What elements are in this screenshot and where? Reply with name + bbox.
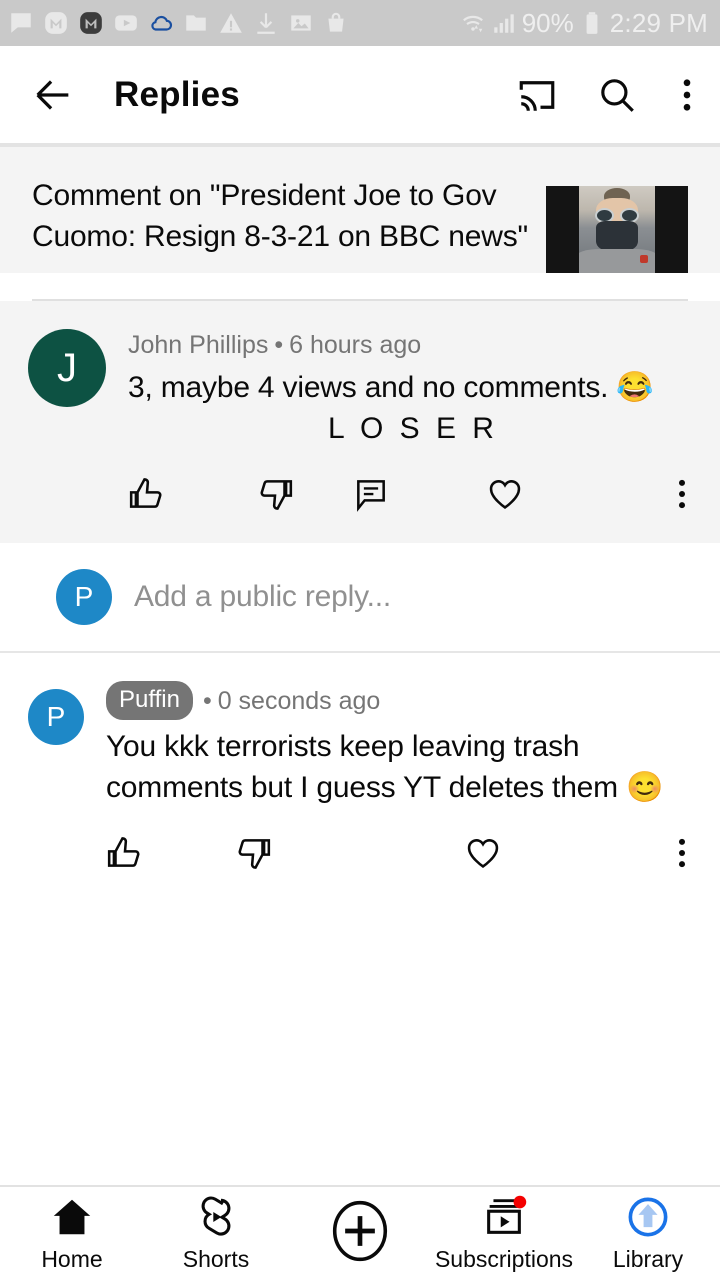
like-icon [107, 837, 140, 867]
thumbnail-face-mask [596, 221, 638, 251]
cast-icon[interactable] [516, 74, 558, 116]
app-bar-actions [516, 74, 698, 116]
video-context-title: Comment on "President Joe to Gov Cuomo: … [32, 179, 528, 253]
heart-button[interactable] [486, 475, 636, 513]
photo-icon [291, 15, 311, 31]
status-bar-system-icons: 90% 2:29 PM [460, 8, 708, 39]
bottom-navigation: Home Shorts Subscriptions Library [0, 1185, 720, 1280]
signal-bars-icon [493, 14, 514, 33]
dislike-icon [238, 839, 271, 869]
comment-text-line-1: 3, maybe 4 views and no comments. 😂 [128, 371, 654, 404]
replies-scroll-area[interactable]: Comment on "President Joe to Gov Cuomo: … [0, 143, 720, 1185]
status-bar-notification-icons [8, 10, 349, 36]
dislike-button[interactable] [256, 475, 352, 513]
status-bar: 90% 2:29 PM [0, 0, 720, 46]
subscriptions-icon [487, 1195, 527, 1234]
youtube-play-icon [115, 15, 137, 31]
app-bar: Replies [0, 46, 720, 143]
search-icon[interactable] [596, 74, 638, 116]
reply-button[interactable] [352, 475, 486, 513]
kebab-menu-icon [678, 479, 686, 509]
comment-author[interactable]: John Phillips [128, 329, 268, 361]
create-plus-icon [332, 1200, 388, 1261]
nav-label: Library [612, 1246, 684, 1272]
comment-text: You kkk terrorists keep leaving trash co… [106, 730, 664, 804]
comment-actions [106, 834, 698, 872]
avatar-letter: P [74, 581, 94, 612]
kebab-menu-icon[interactable] [676, 74, 698, 116]
meta-separator: • [274, 331, 284, 359]
message-bubble-icon [11, 13, 31, 33]
wifi-data-icon [462, 15, 483, 33]
heart-icon [489, 480, 521, 509]
thumbnail-right-bar [655, 186, 688, 273]
video-context-header[interactable]: Comment on "President Joe to Gov Cuomo: … [0, 147, 720, 273]
composer-avatar: P [56, 569, 112, 625]
nav-item-create[interactable] [288, 1198, 432, 1270]
comment-text-line-2: L O S E R [328, 412, 498, 445]
like-button[interactable] [128, 475, 256, 513]
avatar-letter: J [57, 346, 77, 390]
dislike-icon [260, 480, 293, 510]
thumbnail-shirt [576, 249, 658, 273]
comment-actions [128, 475, 698, 513]
comment-meta: Puffin • 0 seconds ago [106, 681, 698, 720]
shopping-bag-icon [328, 12, 344, 32]
nav-item-library[interactable]: Library [576, 1194, 720, 1273]
reply-icon [357, 480, 385, 512]
nav-label: Subscriptions [434, 1246, 574, 1272]
warning-triangle-icon [220, 13, 242, 33]
avatar[interactable]: J [28, 329, 106, 407]
messenger-m-icon [45, 12, 67, 34]
page-title: Replies [114, 74, 240, 114]
battery-icon [586, 12, 598, 34]
thumbnail-left-bar [546, 186, 579, 273]
comment-timestamp: 6 hours ago [289, 331, 422, 359]
nav-label: Home [41, 1246, 103, 1272]
heart-icon [467, 839, 499, 868]
back-arrow-icon[interactable] [30, 72, 76, 118]
nav-label: Shorts [182, 1246, 250, 1272]
comment-overflow-button[interactable] [672, 475, 692, 513]
messenger-m-dark-icon [80, 12, 102, 34]
nav-item-home[interactable]: Home [0, 1194, 144, 1273]
clock-label: 2:29 PM [609, 7, 708, 38]
nav-item-subscriptions[interactable]: Subscriptions [432, 1194, 576, 1273]
shorts-icon [201, 1196, 231, 1236]
cloud-icon [151, 15, 173, 31]
folder-icon [186, 15, 206, 31]
reply-input-placeholder[interactable]: Add a public reply... [112, 580, 391, 614]
avatar-letter: P [46, 701, 66, 732]
nav-item-shorts[interactable]: Shorts [144, 1194, 288, 1273]
home-icon [53, 1199, 91, 1235]
comment-body: Puffin • 0 seconds ago You kkk terrorist… [84, 681, 698, 872]
comment-meta: John Phillips • 6 hours ago [128, 329, 698, 361]
comment-text: 3, maybe 4 views and no comments. 😂 L O … [128, 367, 698, 449]
library-upload-icon [628, 1197, 668, 1237]
like-icon [129, 478, 162, 508]
battery-percent-label: 90% [521, 7, 574, 38]
like-button[interactable] [106, 834, 234, 872]
reply-composer[interactable]: P Add a public reply... [0, 543, 720, 651]
parent-comment: J John Phillips • 6 hours ago 3, maybe 4… [0, 301, 720, 543]
video-thumbnail[interactable] [546, 186, 688, 273]
comment-body: John Phillips • 6 hours ago 3, maybe 4 v… [106, 329, 698, 513]
app-root: 90% 2:29 PM Replies Comment on "Presiden… [0, 0, 720, 1280]
download-icon [257, 13, 275, 34]
kebab-menu-icon [678, 838, 686, 868]
heart-button[interactable] [464, 834, 614, 872]
reply-comment: P Puffin • 0 seconds ago You kkk terrori… [0, 653, 720, 872]
comment-overflow-button[interactable] [672, 834, 692, 872]
author-badge: Puffin [106, 681, 193, 720]
dislike-button[interactable] [234, 834, 464, 872]
meta-separator: • [202, 686, 212, 715]
comment-timestamp: 0 seconds ago [217, 686, 381, 715]
avatar[interactable]: P [28, 689, 84, 745]
